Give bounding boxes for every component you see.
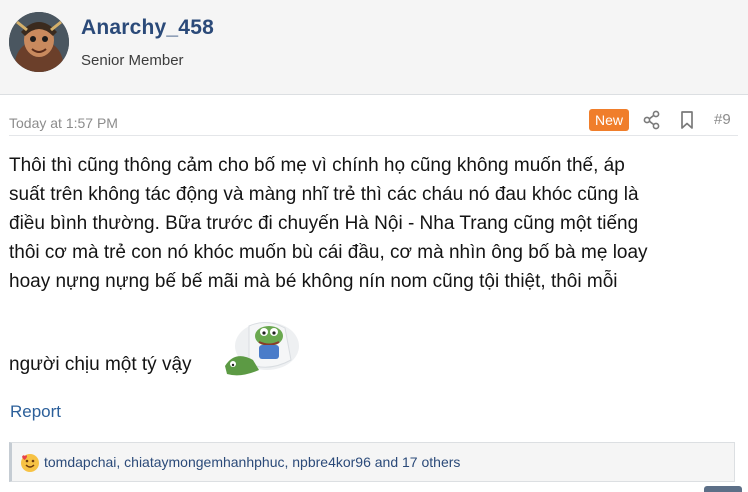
reactions-list[interactable]: tomdapchai, chiataymongemhanhphuc, npbre… <box>44 454 460 470</box>
avatar[interactable] <box>9 12 69 72</box>
scroll-tab[interactable] <box>704 486 742 492</box>
post-meta-bar: Today at 1:57 PM New #9 <box>0 104 748 136</box>
post-text-line: thôi cơ mà trẻ con nó khóc muốn bù cái đ… <box>9 242 648 263</box>
post-last-line: người chịu một tý vậy <box>9 320 737 380</box>
post-timestamp[interactable]: Today at 1:57 PM <box>9 115 118 131</box>
post-number-link[interactable]: #9 <box>714 111 731 128</box>
bookmark-icon[interactable] <box>678 110 696 130</box>
reactions-bar[interactable]: tomdapchai, chiataymongemhanhphuc, npbre… <box>9 442 735 482</box>
love-reaction-icon <box>21 454 39 472</box>
user-title: Senior Member <box>81 52 184 69</box>
post-text-line: Thôi thì cũng thông cảm cho bố mẹ vì chí… <box>9 155 625 176</box>
post-user-header: Anarchy_458 Senior Member <box>0 0 748 95</box>
post-text-line: điều bình thường. Bữa trước đi chuyến Hà… <box>9 213 639 234</box>
avatar-image <box>9 12 69 72</box>
post-text-line: hoay nựng nựng bế bế mãi mà bé không nín… <box>9 271 618 292</box>
post-text-line: suất trên không tác động và màng nhĩ trẻ… <box>9 184 639 205</box>
share-icon[interactable] <box>643 110 661 130</box>
report-link[interactable]: Report <box>10 402 61 422</box>
post-text-line: người chịu một tý vậy <box>9 354 192 375</box>
new-badge: New <box>589 109 629 131</box>
username[interactable]: Anarchy_458 <box>81 16 214 40</box>
post-body: Thôi thì cũng thông cảm cho bố mẹ vì chí… <box>9 151 737 296</box>
meta-divider <box>9 135 738 136</box>
pepe-sticker <box>225 322 299 376</box>
